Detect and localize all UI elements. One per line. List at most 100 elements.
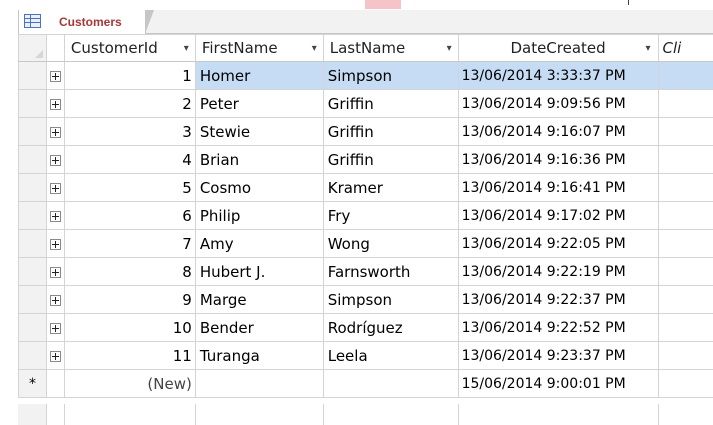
cell-lastname[interactable]: Griffin [322,89,459,118]
cell-firstname[interactable]: Hubert J. [194,257,324,286]
expand-cell[interactable] [45,341,65,370]
cell-clipped[interactable] [657,61,713,90]
cell-customerid[interactable]: 6 [63,201,196,230]
expand-cell[interactable] [45,229,65,258]
cell-datecreated[interactable]: 13/06/2014 3:33:37 PM [457,61,659,90]
cell-clipped[interactable] [657,173,713,202]
cell-firstname[interactable]: Peter [194,89,324,118]
cell-datecreated[interactable]: 13/06/2014 9:22:52 PM [457,313,659,342]
cell-firstname[interactable] [194,369,324,398]
cell-lastname[interactable]: Farnsworth [322,257,459,286]
cell-clipped[interactable] [657,341,713,370]
cell-datecreated[interactable]: 13/06/2014 9:22:19 PM [457,257,659,286]
cell-clipped[interactable] [657,89,713,118]
row-selector[interactable] [18,89,47,118]
select-all-corner[interactable] [18,34,47,62]
row-selector[interactable] [18,145,47,174]
table-row[interactable]: 7 Amy Wong 13/06/2014 9:22:05 PM [18,229,713,258]
cell-firstname[interactable]: Philip [194,201,324,230]
cell-datecreated[interactable]: 13/06/2014 9:17:02 PM [457,201,659,230]
tab-customers[interactable]: Customers [19,10,154,34]
expand-plus-icon[interactable] [49,294,61,306]
expand-plus-icon[interactable] [49,98,61,110]
table-row[interactable]: 1 Homer Simpson 13/06/2014 3:33:37 PM [18,61,713,90]
cell-datecreated[interactable]: 13/06/2014 9:16:36 PM [457,145,659,174]
cell-clipped[interactable] [657,145,713,174]
cell-lastname[interactable]: Griffin [322,117,459,146]
row-selector[interactable] [18,285,47,314]
table-row[interactable]: 9 Marge Simpson 13/06/2014 9:22:37 PM [18,285,713,314]
expand-plus-icon[interactable] [49,350,61,362]
cell-datecreated[interactable]: 13/06/2014 9:16:07 PM [457,117,659,146]
table-row[interactable]: 3 Stewie Griffin 13/06/2014 9:16:07 PM [18,117,713,146]
column-header-clipped[interactable]: Cli [657,34,713,62]
cell-firstname[interactable]: Bender [194,313,324,342]
expand-cell[interactable] [45,61,65,90]
cell-datecreated[interactable]: 13/06/2014 9:09:56 PM [457,89,659,118]
expand-cell[interactable] [45,257,65,286]
cell-datecreated[interactable]: 13/06/2014 9:23:37 PM [457,341,659,370]
cell-firstname[interactable]: Cosmo [194,173,324,202]
cell-clipped[interactable] [657,313,713,342]
row-selector[interactable] [18,229,47,258]
row-selector[interactable] [18,201,47,230]
cell-customerid[interactable]: 9 [63,285,196,314]
cell-clipped[interactable] [657,117,713,146]
row-selector[interactable] [18,313,47,342]
cell-lastname[interactable]: Wong [322,229,459,258]
cell-customerid[interactable]: 2 [63,89,196,118]
row-selector[interactable] [18,341,47,370]
column-header-datecreated[interactable]: DateCreated ▾ [457,34,659,62]
cell-lastname[interactable]: Simpson [322,61,459,90]
table-row[interactable]: 5 Cosmo Kramer 13/06/2014 9:16:41 PM [18,173,713,202]
cell-customerid[interactable]: 7 [63,229,196,258]
expand-plus-icon[interactable] [49,154,61,166]
row-selector[interactable] [18,257,47,286]
expand-plus-icon[interactable] [49,182,61,194]
dropdown-arrow-icon[interactable]: ▾ [184,43,189,54]
row-selector[interactable] [18,61,47,90]
cell-customerid[interactable]: 10 [63,313,196,342]
expand-plus-icon[interactable] [49,210,61,222]
cell-customerid[interactable]: 8 [63,257,196,286]
expand-plus-icon[interactable] [49,266,61,278]
cell-clipped[interactable] [657,229,713,258]
expand-plus-icon[interactable] [49,70,61,82]
table-row[interactable]: 4 Brian Griffin 13/06/2014 9:16:36 PM [18,145,713,174]
dropdown-arrow-icon[interactable]: ▾ [645,43,650,54]
cell-customerid-new[interactable]: (New) [63,369,196,398]
cell-clipped[interactable] [657,257,713,286]
cell-lastname[interactable]: Griffin [322,145,459,174]
cell-clipped[interactable] [657,369,713,398]
cell-firstname[interactable]: Marge [194,285,324,314]
table-row[interactable]: 6 Philip Fry 13/06/2014 9:17:02 PM [18,201,713,230]
cell-customerid[interactable]: 4 [63,145,196,174]
cell-lastname[interactable]: Simpson [322,285,459,314]
cell-lastname[interactable]: Kramer [322,173,459,202]
expand-cell[interactable] [45,201,65,230]
expand-plus-icon[interactable] [49,322,61,334]
cell-datecreated[interactable]: 13/06/2014 9:16:41 PM [457,173,659,202]
cell-datecreated[interactable]: 13/06/2014 9:22:05 PM [457,229,659,258]
cell-lastname[interactable]: Leela [322,341,459,370]
dropdown-arrow-icon[interactable]: ▾ [447,43,452,54]
expand-plus-icon[interactable] [49,238,61,250]
dropdown-arrow-icon[interactable]: ▾ [312,43,317,54]
table-row[interactable]: 2 Peter Griffin 13/06/2014 9:09:56 PM [18,89,713,118]
cell-datecreated[interactable]: 15/06/2014 9:00:01 PM [457,369,659,398]
cell-lastname[interactable]: Fry [322,201,459,230]
cell-lastname[interactable] [322,369,459,398]
cell-customerid[interactable]: 3 [63,117,196,146]
cell-firstname[interactable]: Brian [194,145,324,174]
cell-firstname[interactable]: Homer [194,61,324,90]
cell-firstname[interactable]: Turanga [194,341,324,370]
column-header-lastname[interactable]: LastName ▾ [322,34,459,62]
expand-cell[interactable] [45,173,65,202]
column-header-firstname[interactable]: FirstName ▾ [194,34,324,62]
row-selector[interactable] [18,173,47,202]
expand-cell[interactable] [45,117,65,146]
cell-customerid[interactable]: 5 [63,173,196,202]
table-row[interactable]: 8 Hubert J. Farnsworth 13/06/2014 9:22:19 P… [18,257,713,286]
cell-lastname[interactable]: Rodríguez [322,313,459,342]
expand-plus-icon[interactable] [49,126,61,138]
